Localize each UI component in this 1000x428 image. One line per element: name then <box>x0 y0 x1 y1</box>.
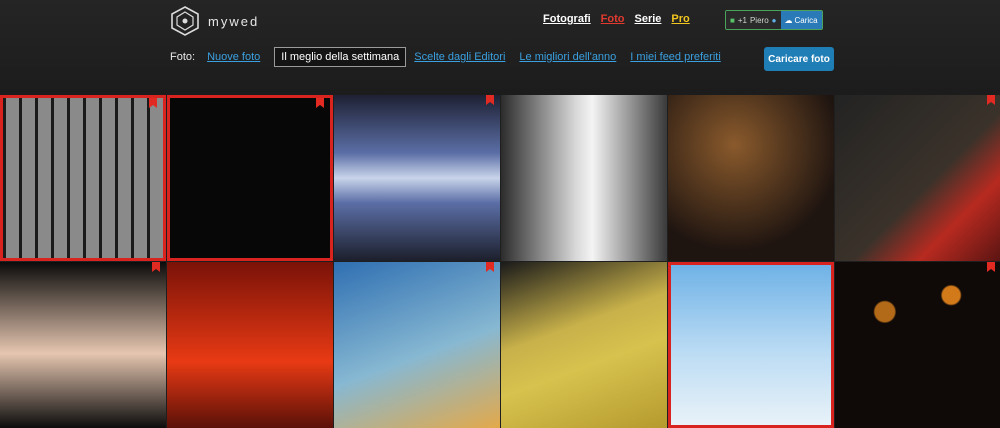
photo-tile[interactable] <box>167 95 333 261</box>
photo-tile[interactable] <box>835 262 1000 428</box>
nav-foto[interactable]: Foto <box>601 13 625 25</box>
photo-tile[interactable] <box>334 95 500 261</box>
nav-pro[interactable]: Pro <box>671 13 689 25</box>
upload-link[interactable]: ☁ Carica <box>780 11 822 29</box>
photo-tile[interactable] <box>0 95 166 261</box>
message-icon: ■ <box>730 15 735 25</box>
user-box: ■ +1 Piero ● ☁ Carica <box>725 10 823 30</box>
cloud-icon: ☁ <box>784 15 793 25</box>
user-name: Piero <box>749 15 769 25</box>
logo-text: mywed <box>208 13 260 29</box>
photo-grid <box>0 95 1000 428</box>
subnav-migliori-anno[interactable]: Le migliori dell'anno <box>519 51 616 63</box>
main-nav: Fotografi Foto Serie Pro <box>543 13 690 25</box>
photo-tile[interactable] <box>668 262 834 428</box>
bookmark-icon <box>316 98 324 108</box>
notification-count: +1 <box>737 15 747 25</box>
bookmark-icon <box>987 95 995 105</box>
top-bar: mywed Fotografi Foto Serie Pro ■ +1 Pier… <box>0 0 1000 95</box>
bookmark-icon <box>486 95 494 105</box>
subnav-scelte-editori[interactable]: Scelte dagli Editori <box>414 51 505 63</box>
photo-tile[interactable] <box>501 95 667 261</box>
photo-tile[interactable] <box>501 262 667 428</box>
subnav-nuove-foto[interactable]: Nuove foto <box>207 51 260 63</box>
nav-serie[interactable]: Serie <box>635 13 662 25</box>
upload-photo-button[interactable]: Caricare foto <box>764 47 834 71</box>
photo-tile[interactable] <box>668 95 834 261</box>
user-profile[interactable]: ■ +1 Piero ● <box>726 11 781 29</box>
nav-fotografi[interactable]: Fotografi <box>543 13 591 25</box>
subnav-meglio-settimana[interactable]: Il meglio della settimana <box>274 47 407 67</box>
upload-link-label: Carica <box>794 15 818 25</box>
photo-subnav: Foto: Nuove foto Il meglio della settima… <box>170 47 735 67</box>
bookmark-icon <box>987 262 995 272</box>
logo-icon <box>171 6 199 36</box>
photo-tile[interactable] <box>167 262 333 428</box>
user-icon: ● <box>771 15 777 25</box>
bookmark-icon <box>486 262 494 272</box>
photo-tile[interactable] <box>334 262 500 428</box>
subnav-feed-preferiti[interactable]: I miei feed preferiti <box>630 51 720 63</box>
bookmark-icon <box>149 98 157 108</box>
logo[interactable]: mywed <box>170 6 259 36</box>
photo-tile[interactable] <box>835 95 1000 261</box>
subnav-label: Foto: <box>170 51 196 63</box>
bookmark-icon <box>152 262 160 272</box>
photo-tile[interactable] <box>0 262 166 428</box>
